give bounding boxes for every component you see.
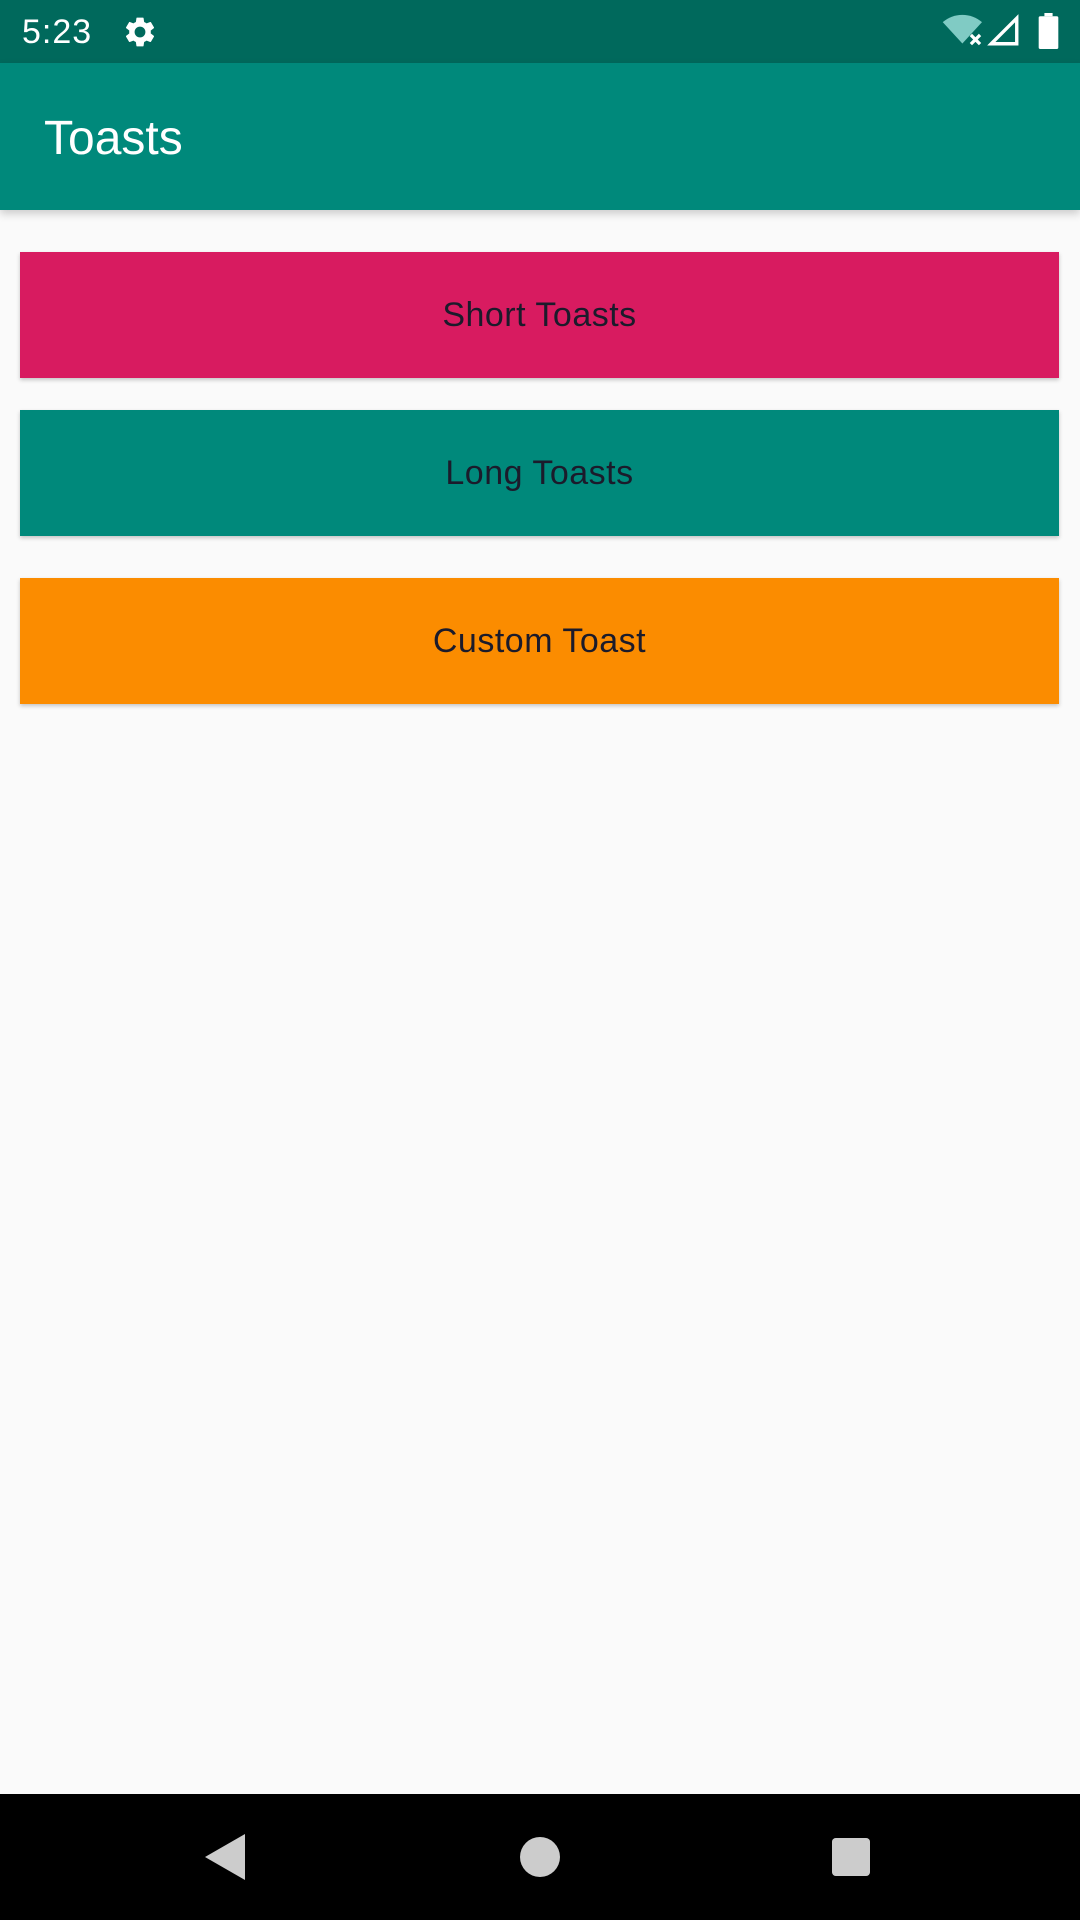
app-bar: Toasts xyxy=(0,63,1080,210)
status-time: 5:23 xyxy=(22,13,93,51)
status-bar: 5:23 xyxy=(0,0,1080,63)
gear-icon xyxy=(125,17,155,47)
long-toasts-button[interactable]: Long Toasts xyxy=(20,410,1059,536)
back-icon[interactable] xyxy=(205,1834,245,1880)
wifi-off-icon xyxy=(942,14,982,46)
navigation-bar xyxy=(0,1794,1080,1920)
recents-icon[interactable] xyxy=(832,1838,870,1876)
cell-signal-icon xyxy=(987,14,1019,46)
custom-toast-button[interactable]: Custom Toast xyxy=(20,578,1059,704)
app-title: Toasts xyxy=(44,112,183,165)
battery-icon xyxy=(1038,13,1059,49)
home-icon[interactable] xyxy=(520,1837,560,1877)
short-toasts-button[interactable]: Short Toasts xyxy=(20,252,1059,378)
screen: 5:23 Toasts Short Toasts Long Toasts Cus… xyxy=(0,0,1080,1920)
